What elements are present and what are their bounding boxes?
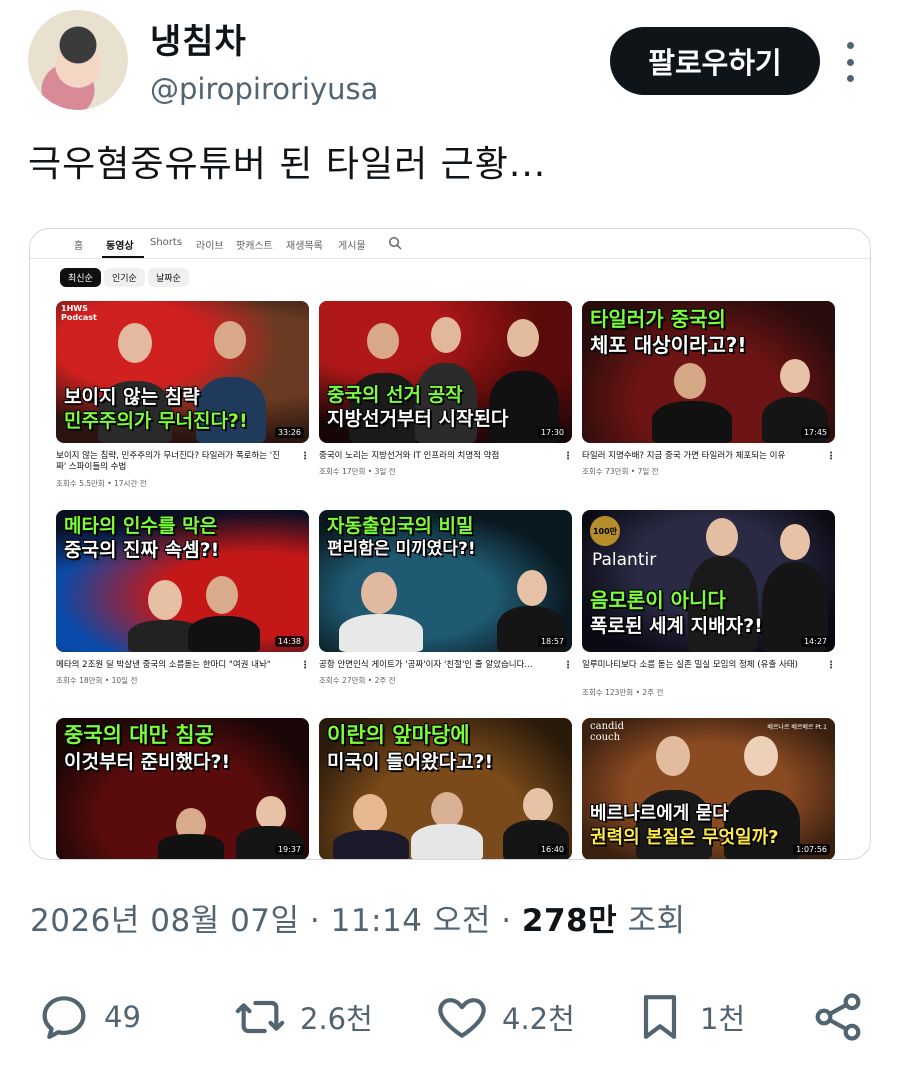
video-thumbnail[interactable]: 100만 Palantir 음모론이 아니다 폭로된 세계 지배자?! 14:2… — [582, 510, 835, 652]
video-meta: 조회수 18만회 • 10일 전 — [56, 676, 138, 685]
views-count: 278만 — [521, 903, 618, 939]
tab-videos[interactable]: 동영상 — [106, 237, 134, 252]
video-thumbnail[interactable]: candid couch 베르나르 베르베르 Pt.1 베르나르에게 묻다 권력… — [582, 718, 835, 859]
candid-couch-logo: candid couch — [590, 721, 625, 743]
chip-latest[interactable]: 최신순 — [60, 268, 101, 287]
video-duration: 1:07:56 — [793, 844, 830, 855]
video-duration: 19:37 — [274, 844, 304, 855]
thumbnail-caption: 편리함은 미끼였다?! — [327, 539, 476, 559]
video-duration: 33:26 — [274, 427, 304, 438]
thumbnail-caption: 권력의 본질은 무엇일까? — [590, 827, 779, 848]
active-tab-indicator — [102, 256, 144, 258]
tab-home[interactable]: 홈 — [74, 237, 83, 252]
tab-shorts[interactable]: Shorts — [150, 237, 182, 248]
video-meta: 조회수 123만회 • 2주 전 — [582, 688, 664, 697]
podcast-logo: 1HWS Podcast — [61, 304, 97, 322]
thumbnail-caption: 중국의 대만 침공 — [64, 723, 214, 747]
thumbnail-caption: 타일러가 중국의 — [590, 307, 726, 331]
timestamp-text: 2026년 08월 07일 · 11:14 오전 · — [30, 903, 522, 939]
avatar[interactable] — [28, 10, 128, 110]
video-meta: 조회수 73만회 • 7일 전 — [582, 467, 659, 476]
video-duration: 14:27 — [800, 636, 830, 647]
palantir-logo: Palantir — [592, 550, 657, 570]
retweet-icon — [235, 1000, 285, 1034]
video-title[interactable]: 중국이 노리는 지방선거와 IT 인프라의 치명적 약점 — [319, 451, 551, 462]
user-handle[interactable]: @piropiroriyusa — [150, 72, 378, 106]
tab-podcasts[interactable]: 팟캐스트 — [236, 237, 273, 252]
video-menu-icon[interactable]: ⋮ — [300, 660, 310, 671]
thumbnail-caption: 베르나르에게 묻다 — [590, 803, 729, 824]
video-menu-icon[interactable]: ⋮ — [563, 660, 573, 671]
tweet-image[interactable]: 홈 동영상 Shorts 라이브 팟캐스트 재생목록 게시물 최신순 인기순 날… — [29, 228, 871, 860]
video-menu-icon[interactable]: ⋮ — [826, 451, 836, 462]
tab-live[interactable]: 라이브 — [196, 237, 224, 252]
share-icon — [815, 993, 861, 1041]
video-thumbnail[interactable]: 자동출입국의 비밀 편리함은 미끼였다?! 18:57 — [319, 510, 572, 652]
video-thumbnail[interactable]: 메타의 인수를 막은 중국의 진짜 속셈?! 14:38 — [56, 510, 309, 652]
thumbnail-caption: 폭로된 세계 지배자?! — [590, 615, 763, 637]
retweet-button[interactable]: 2.6천 — [232, 985, 373, 1049]
video-duration: 17:30 — [537, 427, 567, 438]
tab-posts[interactable]: 게시물 — [338, 237, 366, 252]
reply-button[interactable]: 49 — [36, 985, 141, 1049]
search-icon[interactable] — [388, 236, 402, 250]
chip-popular[interactable]: 인기순 — [104, 268, 145, 287]
video-title[interactable]: 메타의 2조원 딜 박살낸 중국의 소름돋는 한마디 "여권 내놔" — [56, 660, 288, 671]
video-menu-icon[interactable]: ⋮ — [563, 451, 573, 462]
like-count: 4.2천 — [502, 1002, 575, 1036]
reply-icon — [42, 996, 86, 1039]
video-meta: 조회수 5.5만회 • 17시간 전 — [56, 479, 147, 488]
chip-oldest[interactable]: 날짜순 — [148, 268, 189, 287]
thumbnail-caption: 자동출입국의 비밀 — [327, 515, 474, 537]
youtube-tab-bar: 홈 동영상 Shorts 라이브 팟캐스트 재생목록 게시물 — [30, 229, 870, 259]
share-button[interactable] — [810, 985, 866, 1049]
thumbnail-caption: 이것부터 준비했다?! — [64, 751, 231, 773]
video-thumbnail[interactable]: 타일러가 중국의 체포 대상이라고?! 17:45 — [582, 301, 835, 443]
like-button[interactable]: 4.2천 — [434, 985, 575, 1049]
more-options-icon[interactable] — [840, 42, 860, 82]
episode-label: 베르나르 베르베르 Pt.1 — [767, 724, 827, 731]
bookmark-icon — [643, 995, 677, 1039]
heart-icon — [438, 998, 486, 1038]
video-title[interactable]: 일루미나티보다 소름 돋는 실존 밀실 모임의 정체 (유출 사태) — [582, 660, 814, 671]
silver-button-badge: 100만 — [590, 516, 620, 546]
thumbnail-caption: 중국의 선거 공작 — [327, 384, 463, 406]
thumbnail-caption: 음모론이 아니다 — [590, 588, 726, 612]
thumbnail-caption: 미국이 들어왔다고?! — [327, 751, 494, 773]
video-duration: 18:57 — [537, 636, 567, 647]
display-name[interactable]: 냉침차 — [150, 14, 247, 63]
video-thumbnail[interactable]: 이란의 앞마당에 미국이 들어왔다고?! 16:40 — [319, 718, 572, 859]
views-label: 조회 — [617, 903, 686, 939]
follow-button[interactable]: 팔로우하기 — [610, 27, 820, 95]
video-thumbnail[interactable]: 중국의 선거 공작 지방선거부터 시작된다 17:30 — [319, 301, 572, 443]
video-thumbnail[interactable]: 1HWS Podcast 보이지 않는 침략 민주주의가 무너진다?! 33:2… — [56, 301, 309, 443]
tab-playlists[interactable]: 재생목록 — [286, 237, 323, 252]
video-title[interactable]: 보이지 않는 침략, 민주주의가 무너진다? 타일러가 폭로하는 '진짜' 스파… — [56, 451, 288, 474]
bookmark-button[interactable]: 1천 — [632, 985, 745, 1049]
video-duration: 17:45 — [800, 427, 830, 438]
thumbnail-caption: 보이지 않는 침략 — [64, 386, 200, 408]
thumbnail-caption: 중국의 진짜 속셈?! — [64, 539, 220, 561]
video-meta: 조회수 27만회 • 2주 전 — [319, 676, 396, 685]
video-thumbnail[interactable]: 중국의 대만 침공 이것부터 준비했다?! 19:37 — [56, 718, 309, 859]
video-menu-icon[interactable]: ⋮ — [300, 451, 310, 462]
tweet-timestamp[interactable]: 2026년 08월 07일 · 11:14 오전 · 278만 조회 — [30, 895, 686, 940]
video-meta: 조회수 17만회 • 3일 전 — [319, 467, 396, 476]
thumbnail-caption: 체포 대상이라고?! — [590, 333, 747, 357]
thumbnail-caption: 지방선거부터 시작된다 — [327, 408, 509, 430]
tweet-text: 극우혐중유튜버 된 타일러 근황... — [28, 144, 547, 185]
thumbnail-caption: 메타의 인수를 막은 — [64, 515, 218, 537]
video-menu-icon[interactable]: ⋮ — [826, 660, 836, 671]
retweet-count: 2.6천 — [300, 1002, 373, 1036]
video-title[interactable]: 타일러 지명수배? 지금 중국 가면 타일러가 체포되는 이유 — [582, 451, 814, 462]
bookmark-count: 1천 — [700, 1002, 746, 1036]
reply-count: 49 — [104, 1000, 141, 1034]
video-title[interactable]: 공항 안면인식 게이트가 '공짜'이자 '친절'인 줄 알았습니다... — [319, 660, 551, 671]
video-duration: 14:38 — [274, 636, 304, 647]
thumbnail-caption: 민주주의가 무너진다?! — [64, 410, 248, 432]
action-bar: 49 2.6천 4.2천 1천 — [0, 985, 900, 1055]
video-duration: 16:40 — [537, 844, 567, 855]
thumbnail-caption: 이란의 앞마당에 — [327, 723, 470, 747]
